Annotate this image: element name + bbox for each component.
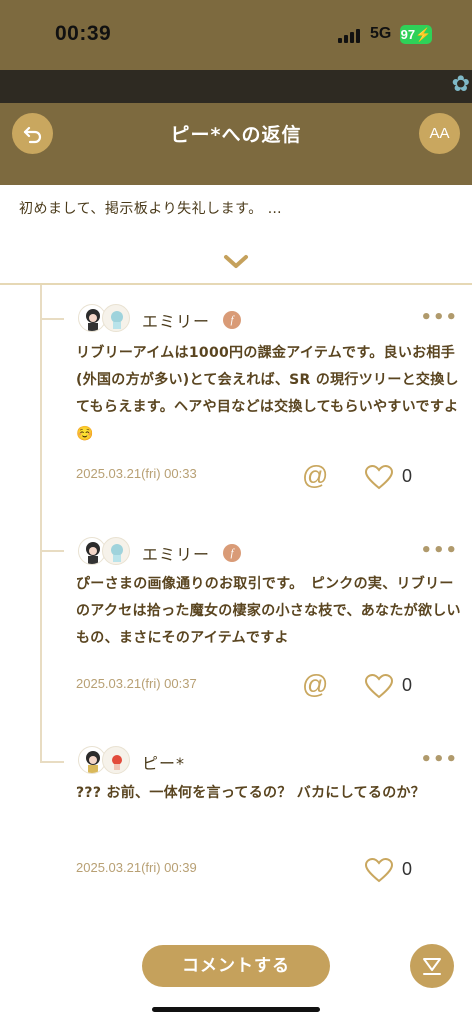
friend-badge: f (223, 544, 241, 562)
comment-author[interactable]: エミリー (142, 308, 210, 332)
comment-date: 2025.03.21(fri) 00:39 (76, 860, 197, 875)
original-post-preview[interactable]: 初めまして、掲示板より失礼します。 … (19, 198, 282, 218)
comment-text: ??? お前、一体何を言ってるの？ バカにしてるのか？ (76, 785, 426, 801)
character-icon: ✿ (451, 72, 470, 97)
more-options-button[interactable]: ••• (420, 749, 458, 770)
signal-icon (338, 27, 362, 43)
comment-author[interactable]: ピー* (142, 750, 185, 774)
avatar (102, 537, 130, 565)
home-indicator (152, 1007, 320, 1012)
friend-badge: f (223, 311, 241, 329)
chevron-down-icon[interactable] (222, 252, 250, 272)
thread-line (40, 285, 42, 763)
battery-icon: 97⚡ (400, 25, 432, 44)
avatar-group[interactable] (78, 746, 134, 776)
mention-button[interactable]: @ (302, 460, 328, 491)
avatar-group[interactable] (78, 537, 134, 567)
heart-icon[interactable] (364, 673, 394, 699)
comment-text: リブリーアイムは1000円の課金アイテムです。良いお相手(外国の方が多い)とて会… (76, 345, 459, 442)
like-count: 0 (402, 859, 413, 879)
top-strip: ✿ (0, 70, 472, 103)
comment-text: ぴーさまの画像通りのお取引です。 ピンクの実、リブリーのアクセは拾った魔女の棲家… (76, 576, 461, 646)
status-bar: 00:39 5G 97⚡ (0, 0, 472, 70)
comment-button[interactable]: コメントする (142, 945, 330, 987)
page-header: ピー*への返信 AA (0, 103, 472, 185)
scroll-bottom-icon (423, 958, 441, 975)
battery-level: 97 (400, 27, 416, 42)
like-count: 0 (402, 675, 413, 695)
more-options-button[interactable]: ••• (420, 307, 458, 328)
more-options-button[interactable]: ••• (420, 540, 458, 561)
scroll-to-bottom-button[interactable] (410, 944, 454, 988)
avatar (102, 304, 130, 332)
font-size-button[interactable]: AA (419, 113, 460, 154)
page-title: ピー*への返信 (170, 124, 302, 146)
network-label: 5G (370, 25, 392, 42)
status-time: 00:39 (55, 22, 112, 45)
comment-date: 2025.03.21(fri) 00:33 (76, 466, 197, 481)
thread-connector (40, 318, 64, 320)
heart-icon[interactable] (364, 857, 394, 883)
like-count: 0 (402, 466, 413, 486)
thread-connector (40, 550, 64, 552)
thread-connector (40, 761, 64, 763)
divider (0, 283, 472, 285)
comment-date: 2025.03.21(fri) 00:37 (76, 676, 197, 691)
comment-author[interactable]: エミリー (142, 541, 210, 565)
heart-icon[interactable] (364, 464, 394, 490)
mention-button[interactable]: @ (302, 669, 328, 700)
avatar (102, 746, 130, 774)
avatar-group[interactable] (78, 304, 134, 334)
